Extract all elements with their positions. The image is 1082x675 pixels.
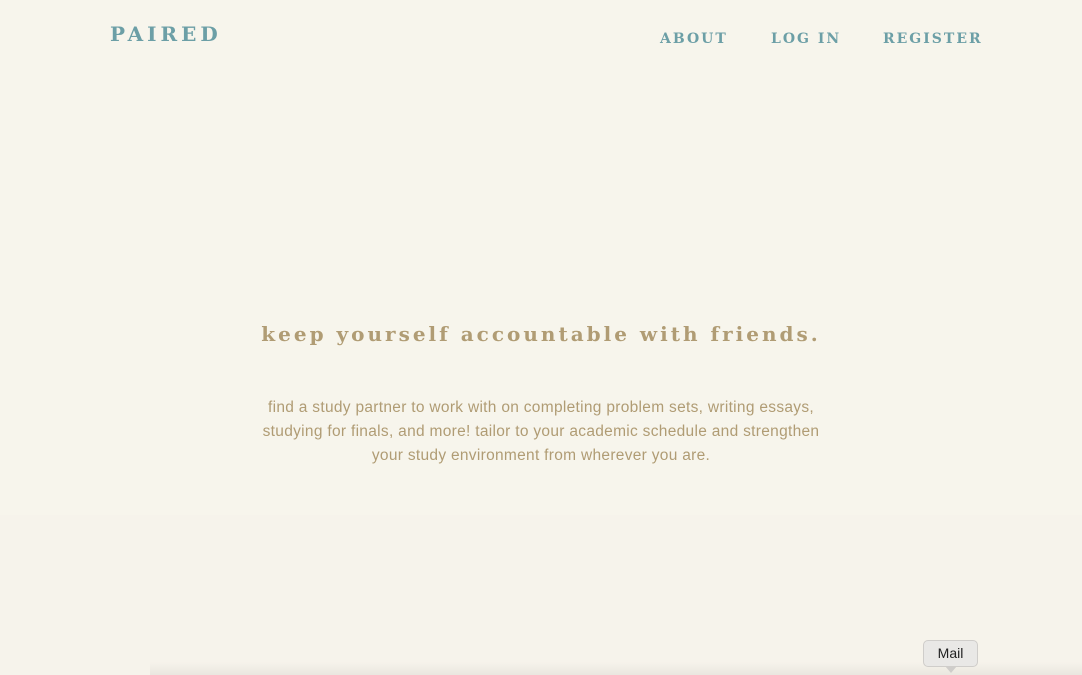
lower-section	[0, 515, 1082, 675]
nav-about-link[interactable]: ABOUT	[660, 31, 728, 47]
nav-register-link[interactable]: REGISTER	[883, 31, 983, 47]
site-logo[interactable]: PAIRED	[110, 22, 222, 46]
nav-login-link[interactable]: LOG IN	[771, 31, 841, 47]
dock-tooltip-arrow	[945, 666, 957, 673]
hero-description: find a study partner to work with on com…	[262, 399, 820, 464]
dock-tooltip: Mail	[923, 640, 978, 667]
hero-headline: keep yourself accountable with friends.	[261, 322, 821, 346]
